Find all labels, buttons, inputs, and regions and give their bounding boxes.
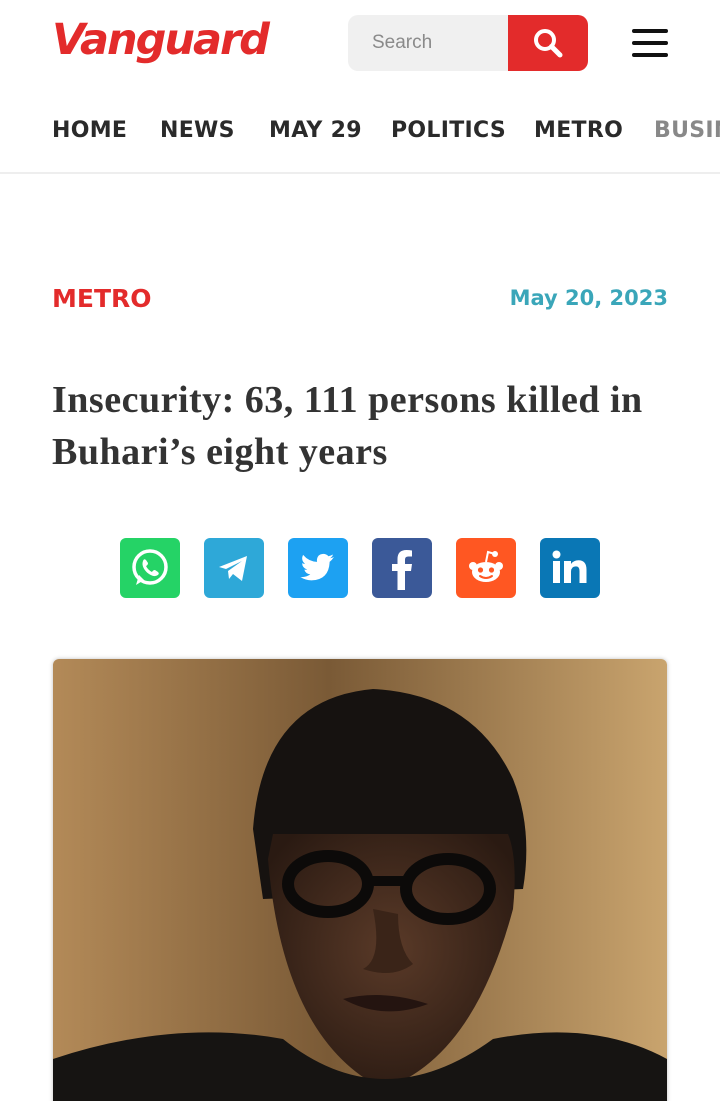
whatsapp-icon <box>132 549 168 585</box>
linkedin-icon <box>552 550 587 583</box>
twitter-icon <box>300 553 334 581</box>
menu-icon-bar <box>632 41 668 45</box>
search-icon <box>534 29 563 58</box>
share-telegram-button[interactable] <box>204 538 264 598</box>
nav-item-home[interactable]: HOME <box>52 118 127 143</box>
main-nav: HOME NEWS MAY 29 POLITICS METRO BUSINESS <box>0 104 720 174</box>
share-facebook-button[interactable] <box>372 538 432 598</box>
hamburger-menu-button[interactable] <box>632 29 668 57</box>
site-header: Vanguard <box>0 0 720 86</box>
reddit-icon <box>469 550 503 582</box>
nav-item-business[interactable]: BUSINESS <box>654 118 720 143</box>
search-bar <box>348 15 588 71</box>
share-reddit-button[interactable] <box>456 538 516 598</box>
article-title: Insecurity: 63, 111 persons killed in Bu… <box>52 379 643 473</box>
share-whatsapp-button[interactable] <box>120 538 180 598</box>
article-category[interactable]: METRO <box>52 284 152 313</box>
search-input[interactable] <box>348 15 508 71</box>
portrait-image <box>53 659 667 1101</box>
share-twitter-button[interactable] <box>288 538 348 598</box>
menu-icon-bar <box>632 53 668 57</box>
search-button[interactable] <box>508 15 588 71</box>
facebook-icon <box>392 550 412 590</box>
nav-item-politics[interactable]: POLITICS <box>391 118 506 143</box>
share-linkedin-button[interactable] <box>540 538 600 598</box>
share-bar <box>120 538 600 598</box>
nav-item-news[interactable]: NEWS <box>160 118 235 143</box>
article-hero-image <box>53 659 667 1101</box>
nav-item-metro[interactable]: METRO <box>534 118 623 143</box>
site-logo[interactable]: Vanguard <box>52 12 270 68</box>
nav-item-may-29[interactable]: MAY 29 <box>269 118 362 143</box>
menu-icon-bar <box>632 29 668 33</box>
article-date: May 20, 2023 <box>509 286 668 310</box>
telegram-icon <box>219 556 247 581</box>
